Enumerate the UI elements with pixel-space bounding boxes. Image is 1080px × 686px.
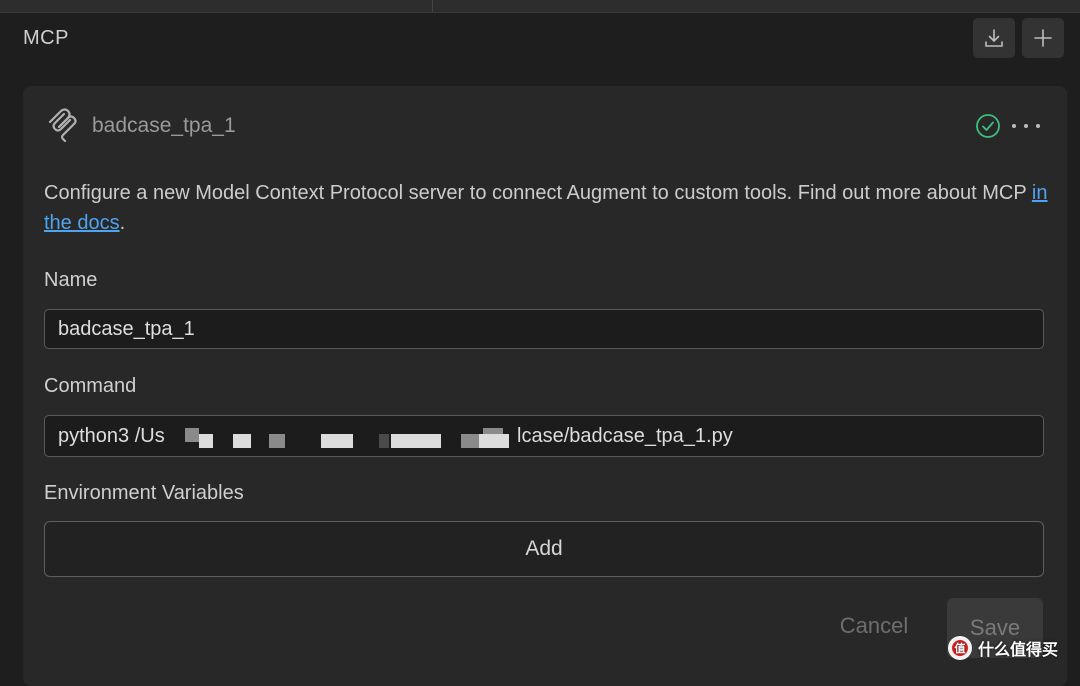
mcp-logo-icon — [48, 108, 77, 143]
add-server-button[interactable] — [1022, 18, 1064, 58]
command-text-start: python3 /Us — [58, 425, 165, 447]
mcp-description: Configure a new Model Context Protocol s… — [44, 182, 1048, 234]
add-env-var-button[interactable]: Add — [44, 521, 1044, 577]
check-circle-icon — [976, 114, 1000, 138]
command-text-end: lcase/badcase_tpa_1.py — [517, 425, 733, 447]
top-bar — [0, 0, 1080, 13]
command-input[interactable]: python3 /Us lcase/badcase_tpa_1.py — [44, 415, 1044, 457]
redacted-mosaic — [183, 416, 517, 456]
more-horizontal-icon[interactable] — [1012, 116, 1040, 136]
cancel-button[interactable]: Cancel — [822, 598, 926, 654]
download-icon — [985, 29, 1003, 47]
svg-text:值: 值 — [955, 641, 966, 655]
plus-icon — [1034, 29, 1052, 47]
top-bar-divider — [432, 0, 433, 12]
watermark-text: 什么值得买 — [978, 642, 1059, 659]
server-name: badcase_tpa_1 — [92, 114, 236, 137]
command-label: Command — [44, 375, 137, 397]
mcp-server-card — [23, 86, 1067, 686]
import-button[interactable] — [973, 18, 1015, 58]
smzdm-logo-icon: 值 — [948, 636, 972, 660]
name-input[interactable]: badcase_tpa_1 — [44, 309, 1044, 349]
env-vars-label: Environment Variables — [44, 482, 244, 504]
page-title: MCP — [23, 27, 69, 49]
name-label: Name — [44, 269, 98, 291]
watermark: 值 什么值得买 — [948, 634, 1058, 662]
